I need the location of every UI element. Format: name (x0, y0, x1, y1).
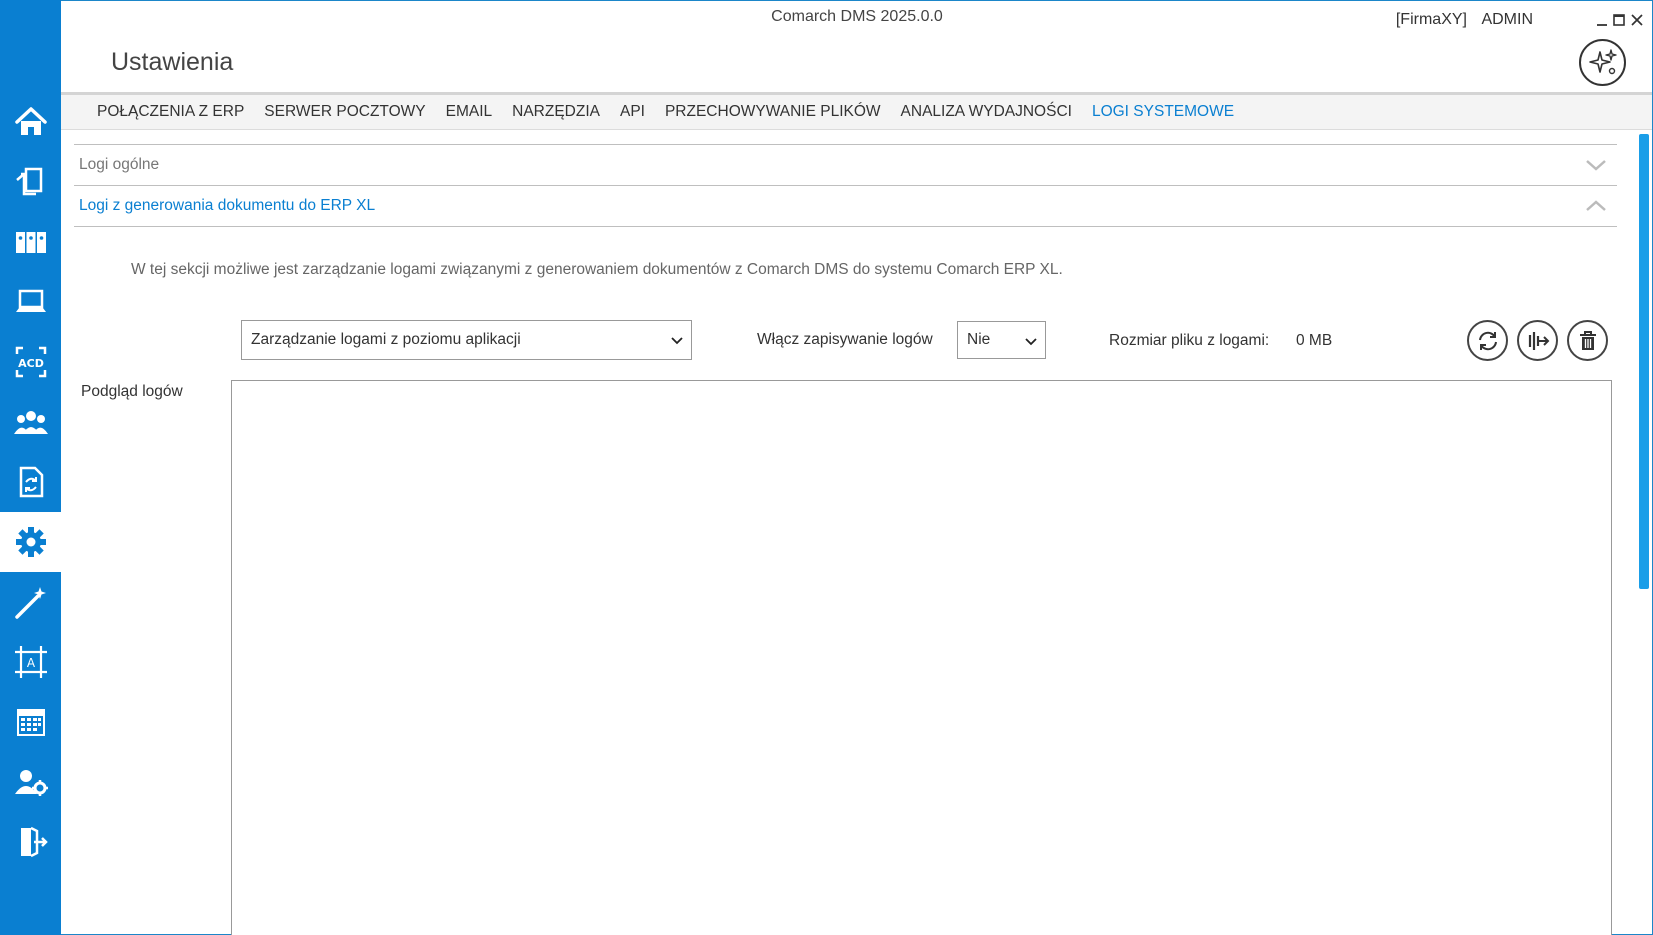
enable-logging-select[interactable]: Nie (957, 321, 1046, 359)
maximize-button[interactable] (1611, 12, 1627, 28)
settings-tabs: POŁĄCZENIA Z ERP SERWER POCZTOWY EMAIL N… (61, 92, 1652, 130)
logout-icon (20, 826, 48, 858)
close-button[interactable] (1629, 12, 1645, 28)
log-file-size-value: 0 MB (1296, 332, 1333, 349)
export-logs-button[interactable] (1517, 320, 1558, 361)
enable-logging-select-value: Nie (967, 331, 991, 348)
ai-assistant-button[interactable] (1579, 39, 1626, 86)
minimize-button[interactable] (1594, 12, 1610, 28)
user-name[interactable]: ADMIN (1481, 11, 1533, 28)
enable-logging-label: Włącz zapisywanie logów (757, 331, 933, 348)
nav-template-editor[interactable]: A (0, 632, 61, 692)
svg-text:A: A (26, 656, 35, 670)
log-preview-textarea[interactable] (231, 380, 1612, 935)
tab-system-logs[interactable]: LOGI SYSTEMOWE (1092, 103, 1234, 121)
page-title: Ustawienia (111, 48, 234, 76)
chevron-down-icon (1025, 338, 1037, 346)
trash-icon (1579, 330, 1596, 350)
nav-settings[interactable] (0, 512, 61, 572)
template-editor-icon: A (14, 646, 47, 678)
nav-workstation[interactable] (0, 272, 61, 332)
tab-file-storage[interactable]: PRZECHOWYWANIE PLIKÓW (665, 103, 881, 121)
section-description: W tej sekcji możliwe jest zarządzanie lo… (131, 261, 1063, 278)
nav-document-sync[interactable] (0, 452, 61, 512)
nav-home[interactable] (0, 92, 61, 152)
refresh-icon (1478, 331, 1497, 350)
sidebar: ACD A (0, 0, 61, 935)
export-logs-icon (1528, 331, 1549, 350)
log-mode-select[interactable]: Zarządzanie logami z poziomu aplikacji (241, 320, 692, 360)
binders-icon (15, 232, 46, 253)
refresh-button[interactable] (1467, 320, 1508, 361)
tab-performance-analysis[interactable]: ANALIZA WYDAJNOŚCI (901, 103, 1072, 121)
user-settings-icon (14, 770, 48, 796)
maximize-icon (1613, 14, 1625, 26)
tab-mail-server[interactable]: SERWER POCZTOWY (264, 103, 425, 121)
laptop-icon (15, 289, 46, 312)
nav-documents[interactable] (0, 152, 61, 212)
section-general-logs[interactable]: Logi ogólne (74, 144, 1617, 186)
magic-wand-icon (14, 587, 46, 619)
calendar-icon (16, 709, 45, 736)
tab-tools[interactable]: NARZĘDZIA (512, 103, 600, 121)
sparkles-icon (1588, 48, 1617, 74)
section-erp-logs-label: Logi z generowania dokumentu do ERP XL (79, 197, 376, 214)
scrollbar-thumb[interactable] (1639, 134, 1649, 589)
nav-acd[interactable]: ACD (0, 332, 61, 392)
svg-text:ACD: ACD (18, 357, 44, 370)
tab-erp-connections[interactable]: POŁĄCZENIA Z ERP (97, 103, 244, 121)
users-icon (13, 411, 48, 434)
close-icon (1631, 14, 1643, 26)
documents-icon (15, 167, 42, 196)
document-sync-icon (19, 466, 43, 498)
section-general-logs-label: Logi ogólne (79, 156, 160, 173)
nav-users[interactable] (0, 392, 61, 452)
minimize-icon (1597, 24, 1607, 26)
delete-logs-button[interactable] (1567, 320, 1608, 361)
section-erp-logs[interactable]: Logi z generowania dokumentu do ERP XL (74, 186, 1617, 227)
home-icon (14, 107, 47, 135)
tab-email[interactable]: EMAIL (446, 103, 493, 121)
nav-binders[interactable] (0, 212, 61, 272)
chevron-down-icon (1585, 156, 1607, 174)
tab-api[interactable]: API (620, 103, 645, 121)
user-info: [FirmaXY] ADMIN (1386, 11, 1533, 29)
nav-wizard[interactable] (0, 572, 61, 632)
company-name: [FirmaXY] (1395, 11, 1467, 28)
nav-calendar[interactable] (0, 692, 61, 752)
nav-logout[interactable] (0, 812, 61, 872)
log-mode-select-value: Zarządzanie logami z poziomu aplikacji (251, 331, 521, 348)
acd-icon: ACD (15, 346, 46, 378)
chevron-down-icon (671, 337, 683, 345)
gear-icon (15, 527, 46, 557)
chevron-up-icon (1585, 197, 1607, 215)
log-file-size-label: Rozmiar pliku z logami: (1109, 332, 1270, 349)
log-preview-label: Podgląd logów (81, 383, 183, 400)
nav-user-settings[interactable] (0, 752, 61, 812)
